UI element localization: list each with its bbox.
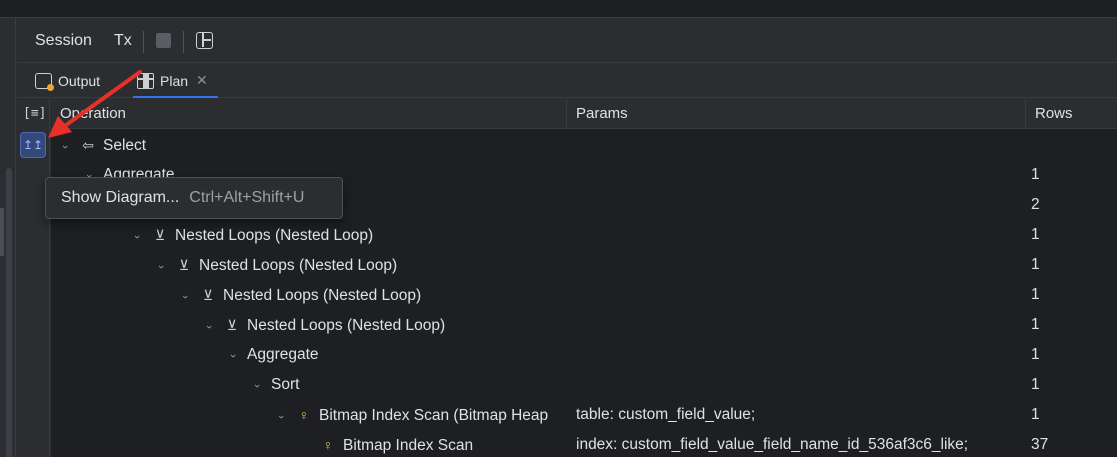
tab-output[interactable]: Output (35, 64, 100, 98)
show-diagram-tooltip: Show Diagram... Ctrl+Alt+Shift+U (45, 177, 343, 219)
toolbar-separator (143, 31, 144, 53)
plan-side-toolbar: [≡] ↥↥ (17, 99, 50, 457)
params-cell: table: custom_field_value; (576, 406, 756, 423)
key-icon: ♀ (322, 437, 334, 453)
operation-cell: ♀ Bitmap Index Scan (299, 430, 566, 457)
rows-cell: 1 (1031, 316, 1040, 333)
title-strip (0, 0, 1117, 18)
nested-loop-icon: ⊻ (178, 257, 190, 273)
toolbar-separator (183, 31, 184, 53)
table-row[interactable]: › ♀ Bitmap Index Scan (Bitmap Heap table: c… (51, 400, 1117, 430)
expand-all-icon[interactable]: [≡] (23, 105, 46, 123)
operation-label: Sort (271, 376, 300, 393)
operation-cell: › Sort (251, 370, 566, 400)
chevron-down-icon[interactable]: › (59, 141, 71, 153)
session-toolbar: Session Tx (17, 19, 1117, 63)
operation-cell: › ⊻ Nested Loops (Nested Loop) (203, 310, 566, 340)
chevron-down-icon[interactable]: › (131, 231, 143, 243)
operation-label: Nested Loops (Nested Loop) (199, 257, 398, 274)
rows-cell: 37 (1031, 436, 1049, 453)
operation-cell: › ⇦ Select (59, 130, 566, 160)
tx-mode-dropdown[interactable]: Tx (114, 19, 132, 63)
operation-cell: › ⊻ Nested Loops (Nested Loop) (155, 250, 566, 280)
rows-cell: 1 (1031, 346, 1040, 363)
close-icon[interactable]: ✕ (196, 64, 208, 98)
rows-cell: 1 (1031, 376, 1040, 393)
chevron-down-icon[interactable]: › (179, 291, 191, 303)
tab-plan-label: Plan (160, 73, 189, 89)
operation-label: Bitmap Index Scan (343, 437, 474, 454)
column-header-rows[interactable]: Rows (1026, 99, 1073, 129)
left-edge-panel (0, 18, 16, 457)
arrow-left-icon: ⇦ (82, 137, 94, 153)
operation-cell: › ⊻ Nested Loops (Nested Loop) (131, 220, 566, 250)
tooltip-shortcut: Ctrl+Alt+Shift+U (189, 189, 305, 206)
table-row[interactable]: › ⊻ Nested Loops (Nested Loop) 1 (51, 310, 1117, 340)
chevron-down-icon[interactable]: › (155, 261, 167, 273)
chevron-down-icon[interactable]: › (227, 350, 239, 362)
plan-table: Operation Params Rows › ⇦ Select › Aggregate… (51, 99, 1117, 457)
operation-cell: › Aggregate (227, 340, 566, 370)
result-tabs: Output Plan ✕ (17, 64, 1117, 98)
rows-cell: 2 (1031, 196, 1040, 213)
table-grid-icon (137, 73, 154, 90)
tab-plan[interactable]: Plan (133, 64, 219, 98)
tooltip-label: Show Diagram... (61, 189, 180, 206)
table-row[interactable]: ♀ Bitmap Index Scan index: custom_field_va… (51, 430, 1117, 457)
operation-label: Bitmap Index Scan (Bitmap Heap (319, 407, 549, 424)
table-row[interactable]: › Aggregate 1 (51, 340, 1117, 370)
params-cell: index: custom_field_value_field_name_id_… (576, 436, 969, 453)
rows-cell: 1 (1031, 226, 1040, 243)
left-edge-handle[interactable] (0, 208, 4, 256)
table-row[interactable]: › ⇦ Select (51, 130, 1117, 160)
operation-label: Select (103, 137, 147, 154)
chevron-down-icon[interactable]: › (203, 321, 215, 333)
rows-cell: 1 (1031, 286, 1040, 303)
nested-loop-icon: ⊻ (154, 227, 166, 243)
table-row[interactable]: › ⊻ Nested Loops (Nested Loop) 1 (51, 280, 1117, 310)
nested-loop-icon: ⊻ (226, 317, 238, 333)
column-header-params[interactable]: Params (567, 99, 628, 129)
operation-label: Nested Loops (Nested Loop) (247, 317, 446, 334)
key-icon: ♀ (298, 407, 310, 423)
session-dropdown[interactable]: Session (35, 19, 92, 63)
tab-output-label: Output (58, 73, 101, 89)
rows-cell: 1 (1031, 256, 1040, 273)
table-row[interactable]: › ⊻ Nested Loops (Nested Loop) 1 (51, 250, 1117, 280)
show-diagram-button[interactable]: ↥↥ (20, 132, 46, 158)
operation-label: Nested Loops (Nested Loop) (175, 227, 374, 244)
chevron-down-icon[interactable]: › (275, 411, 287, 423)
table-row[interactable]: › Sort 1 (51, 370, 1117, 400)
operation-label: Aggregate (247, 346, 319, 363)
rows-cell: 1 (1031, 166, 1040, 183)
table-header: Operation Params Rows (51, 99, 1117, 129)
stop-icon[interactable] (156, 33, 171, 48)
column-header-operation[interactable]: Operation (51, 99, 126, 129)
chevron-down-icon[interactable]: › (251, 380, 263, 392)
layout-icon[interactable] (196, 32, 213, 49)
operation-label: Nested Loops (Nested Loop) (223, 287, 422, 304)
operation-cell: › ⊻ Nested Loops (Nested Loop) (179, 280, 566, 310)
nested-loop-icon: ⊻ (202, 287, 214, 303)
left-scrollbar[interactable] (6, 168, 12, 457)
operation-cell: › ♀ Bitmap Index Scan (Bitmap Heap (275, 400, 566, 430)
console-output-icon (35, 73, 54, 92)
table-row[interactable]: › ⊻ Nested Loops (Nested Loop) 1 (51, 220, 1117, 250)
rows-cell: 1 (1031, 406, 1040, 423)
